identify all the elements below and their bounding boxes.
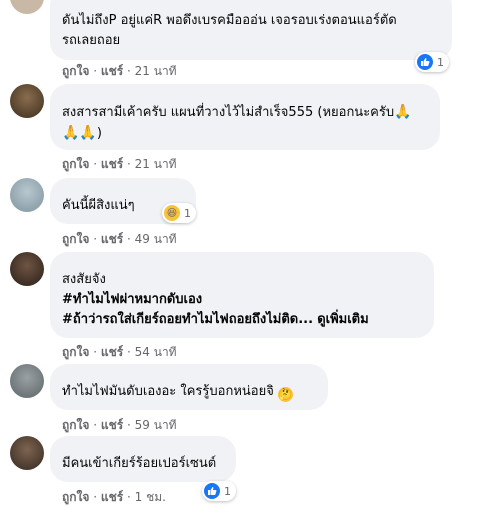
- dot-separator: ·: [123, 345, 135, 359]
- like-link[interactable]: ถูกใจ: [62, 232, 89, 246]
- pray-emoji: 🙏: [394, 104, 412, 120]
- haha-icon: 😆: [164, 205, 180, 221]
- share-link[interactable]: แชร์: [101, 418, 123, 432]
- avatar[interactable]: [10, 84, 44, 118]
- like-link[interactable]: ถูกใจ: [62, 418, 89, 432]
- dot-separator: ·: [123, 232, 135, 246]
- like-link[interactable]: ถูกใจ: [62, 345, 89, 359]
- comment-actions: ถูกใจ · แชร์ · 21 นาที: [62, 155, 177, 174]
- timestamp[interactable]: 1 ชม.: [135, 490, 166, 504]
- avatar[interactable]: [10, 0, 44, 14]
- hashtag-link[interactable]: #ทำไมไฟผ่าหมากดับเอง: [62, 290, 422, 310]
- author-name[interactable]: [62, 0, 440, 11]
- comment-bubble: มีคนเข้าเกียร์ร้อยเปอร์เซนต์: [50, 436, 236, 482]
- dot-separator: ·: [123, 490, 135, 504]
- comment-bubble: ทำไมไฟมันดับเองอะ ใครรู้บอกหน่อยจิ 🤔: [50, 364, 328, 410]
- comment-bubble: ดันไม่ถึงP อยู่แค่R พอดึงเบรคมือออ่น เจอ…: [50, 0, 452, 60]
- reaction-count: 1: [184, 206, 191, 220]
- dot-separator: ·: [89, 64, 101, 78]
- author-name[interactable]: [62, 88, 428, 102]
- see-more-link[interactable]: ดูเพิ่มเติม: [317, 312, 368, 327]
- like-link[interactable]: ถูกใจ: [62, 64, 89, 78]
- timestamp[interactable]: 21 นาที: [135, 157, 177, 171]
- pray-emoji: 🙏🙏: [62, 125, 97, 141]
- dot-separator: ·: [123, 157, 135, 171]
- hashtag-link[interactable]: #ถ้าว่ารถใส่เกียร์ถอยทำไมไฟถอยถึงไม่ติด.…: [62, 312, 313, 327]
- like-link[interactable]: ถูกใจ: [62, 157, 89, 171]
- timestamp[interactable]: 54 นาที: [135, 345, 177, 359]
- like-link[interactable]: ถูกใจ: [62, 490, 89, 504]
- comment-bubble: สงสัยจัง #ทำไมไฟผ่าหมากดับเอง #ถ้าว่ารถใ…: [50, 252, 434, 338]
- share-link[interactable]: แชร์: [101, 345, 123, 359]
- timestamp[interactable]: 21 นาที: [135, 64, 177, 78]
- timestamp[interactable]: 49 นาที: [135, 232, 177, 246]
- like-icon: [204, 483, 220, 499]
- dot-separator: ·: [89, 232, 101, 246]
- thinking-face-emoji: 🤔: [277, 387, 293, 402]
- reaction-badge[interactable]: 1: [202, 481, 236, 501]
- comment-bubble: สงสารสามีเค้าครับ แผนที่วางไว้ไม่สำเร็จ5…: [50, 84, 440, 150]
- timestamp[interactable]: 59 นาที: [135, 418, 177, 432]
- dot-separator: ·: [123, 418, 135, 432]
- share-link[interactable]: แชร์: [101, 232, 123, 246]
- author-name[interactable]: [62, 256, 422, 270]
- comment-text-line-3: #ถ้าว่ารถใส่เกียร์ถอยทำไมไฟถอยถึงไม่ติด.…: [62, 310, 422, 330]
- avatar[interactable]: [10, 178, 44, 212]
- dot-separator: ·: [89, 345, 101, 359]
- reaction-badge[interactable]: 😆 1: [162, 203, 196, 223]
- comment-actions: ถูกใจ · แชร์ · 1 ชม.: [62, 488, 166, 507]
- comment-text: มีคนเข้าเกียร์ร้อยเปอร์เซนต์: [62, 456, 217, 471]
- comment-actions: ถูกใจ · แชร์ · 54 นาที: [62, 343, 177, 362]
- share-link[interactable]: แชร์: [101, 157, 123, 171]
- author-name[interactable]: [62, 440, 224, 454]
- avatar[interactable]: [10, 364, 44, 398]
- author-name[interactable]: [62, 368, 316, 382]
- dot-separator: ·: [89, 157, 101, 171]
- share-link[interactable]: แชร์: [101, 490, 123, 504]
- reaction-count: 1: [437, 55, 444, 69]
- comment-actions: ถูกใจ · แชร์ · 49 นาที: [62, 230, 177, 249]
- dot-separator: ·: [89, 490, 101, 504]
- reaction-badge[interactable]: 1: [415, 52, 449, 72]
- comment-text: ทำไมไฟมันดับเองอะ ใครรู้บอกหน่อยจิ 🤔: [62, 384, 293, 402]
- reaction-count: 1: [224, 484, 231, 498]
- comment-text: สงสารสามีเค้าครับ แผนที่วางไว้ไม่สำเร็จ5…: [62, 104, 412, 141]
- dot-separator: ·: [89, 418, 101, 432]
- avatar[interactable]: [10, 436, 44, 470]
- avatar[interactable]: [10, 252, 44, 286]
- like-icon: [417, 54, 433, 70]
- comment-text-line-1: สงสัยจัง: [62, 272, 106, 287]
- comment-actions: ถูกใจ · แชร์ · 21 นาที: [62, 62, 177, 81]
- dot-separator: ·: [123, 64, 135, 78]
- comment-text: ดันไม่ถึงP อยู่แค่R พอดึงเบรคมือออ่น เจอ…: [62, 13, 397, 48]
- author-name[interactable]: [62, 182, 184, 196]
- comment-actions: ถูกใจ · แชร์ · 59 นาที: [62, 416, 177, 435]
- share-link[interactable]: แชร์: [101, 64, 123, 78]
